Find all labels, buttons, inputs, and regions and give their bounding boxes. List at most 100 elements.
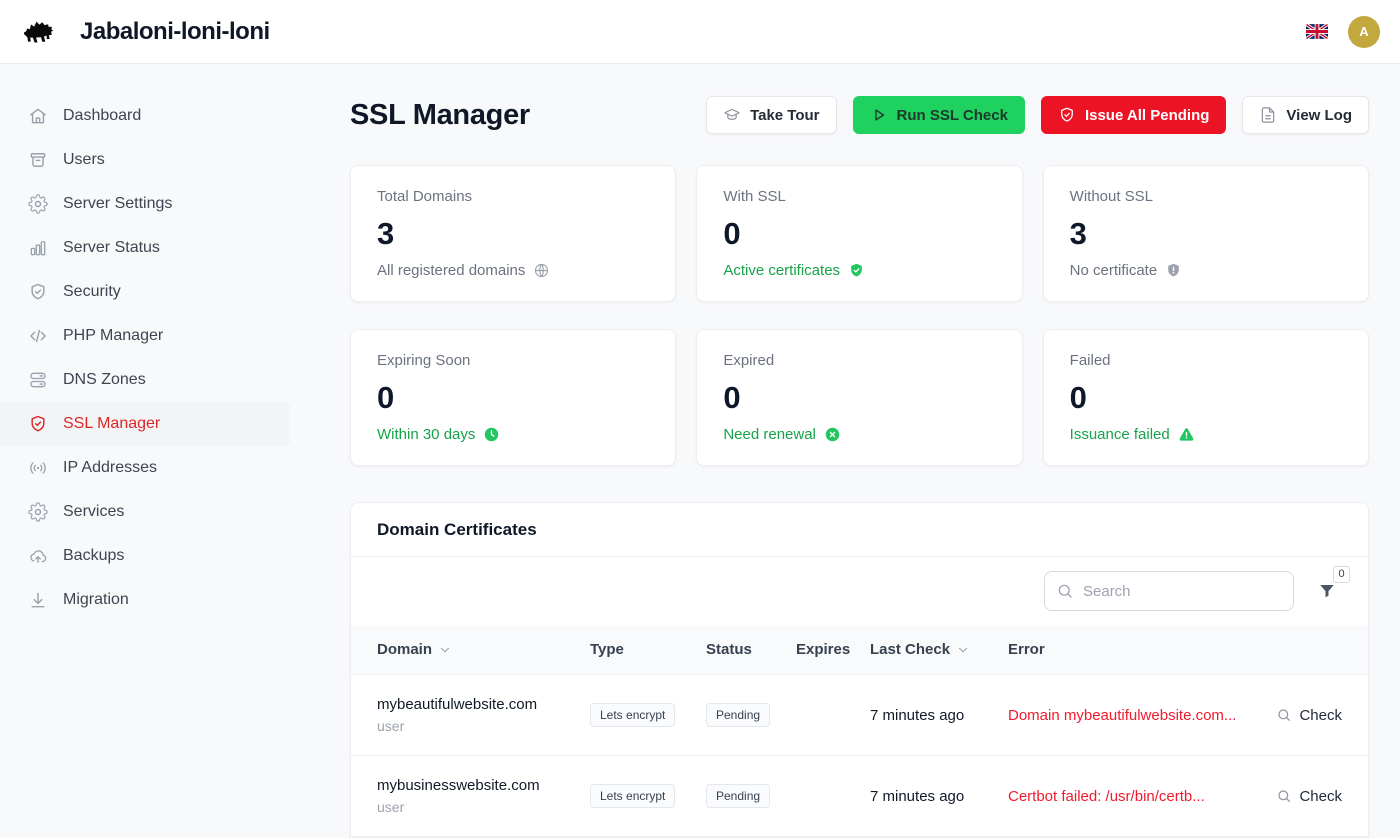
- x-circle-icon: [824, 426, 841, 443]
- check-button[interactable]: Check: [1276, 788, 1342, 805]
- sidebar: Dashboard Users Server Settings Server S…: [0, 64, 305, 800]
- stat-subtitle: Need renewal: [723, 426, 816, 443]
- sidebar-item-php-manager[interactable]: PHP Manager: [0, 314, 290, 358]
- column-header-status: Status: [706, 641, 796, 658]
- sidebar-item-label: Server Settings: [63, 195, 172, 213]
- globe-icon: [533, 262, 550, 279]
- stat-label: Total Domains: [377, 188, 649, 205]
- stat-label: Without SSL: [1070, 188, 1342, 205]
- broadcast-icon: [28, 458, 48, 478]
- domain-name: mybeautifulwebsite.com: [377, 696, 590, 713]
- topbar: Jabaloni-loni-loni A: [0, 0, 1400, 64]
- check-label: Check: [1299, 788, 1342, 805]
- search-icon: [1056, 582, 1074, 600]
- avatar[interactable]: A: [1348, 16, 1380, 48]
- stat-subtitle: Within 30 days: [377, 426, 475, 443]
- home-icon: [28, 106, 48, 126]
- warning-triangle-icon: [1178, 426, 1195, 443]
- take-tour-button[interactable]: Take Tour: [706, 96, 836, 134]
- file-text-icon: [1259, 106, 1277, 124]
- sidebar-item-label: DNS Zones: [63, 371, 146, 389]
- shield-check-icon: [1058, 106, 1076, 124]
- table-row[interactable]: mybusinesswebsite.com user Lets encrypt …: [351, 756, 1368, 837]
- table-row[interactable]: mybeautifulwebsite.com user Lets encrypt…: [351, 675, 1368, 756]
- sidebar-item-server-status[interactable]: Server Status: [0, 226, 290, 270]
- download-icon: [28, 590, 48, 610]
- language-flag-uk[interactable]: [1306, 24, 1328, 39]
- shield-alert-icon: [1165, 262, 1182, 279]
- button-label: View Log: [1286, 107, 1352, 124]
- sidebar-item-users[interactable]: Users: [0, 138, 290, 182]
- last-check-cell: 7 minutes ago: [870, 707, 1008, 724]
- gear-icon: [28, 502, 48, 522]
- stat-value: 0: [723, 218, 995, 249]
- run-ssl-check-button[interactable]: Run SSL Check: [853, 96, 1025, 134]
- domain-user: user: [377, 718, 590, 734]
- error-cell: Certbot failed: /usr/bin/certb...: [1008, 788, 1252, 805]
- view-log-button[interactable]: View Log: [1242, 96, 1369, 134]
- sidebar-item-dashboard[interactable]: Dashboard: [0, 94, 290, 138]
- stat-value: 0: [377, 382, 649, 413]
- app-title: Jabaloni-loni-loni: [80, 18, 270, 46]
- sidebar-item-label: Migration: [63, 591, 129, 609]
- search-box: [1044, 571, 1294, 611]
- table-header: Domain Type Status Expires Last Check Er…: [351, 625, 1368, 675]
- play-icon: [870, 106, 888, 124]
- column-header-error: Error: [1008, 641, 1252, 658]
- sidebar-item-migration[interactable]: Migration: [0, 578, 290, 622]
- panel-title: Domain Certificates: [351, 503, 1368, 557]
- sidebar-item-ssl-manager[interactable]: SSL Manager: [0, 402, 290, 446]
- sidebar-item-ip-addresses[interactable]: IP Addresses: [0, 446, 290, 490]
- filter-button[interactable]: 0: [1316, 578, 1338, 605]
- column-header-type: Type: [590, 641, 706, 658]
- shield-check-icon: [28, 282, 48, 302]
- sidebar-item-label: PHP Manager: [63, 327, 163, 345]
- stat-label: With SSL: [723, 188, 995, 205]
- stat-label: Expiring Soon: [377, 352, 649, 369]
- search-icon: [1276, 788, 1292, 804]
- server-icon: [28, 370, 48, 390]
- status-badge: Pending: [706, 703, 770, 727]
- domain-certificates-panel: Domain Certificates 0 Domain Type Status: [350, 502, 1369, 838]
- sidebar-item-label: Backups: [63, 547, 124, 565]
- filter-count-badge: 0: [1333, 566, 1350, 583]
- sidebar-item-label: Security: [63, 283, 121, 301]
- stat-subtitle: All registered domains: [377, 262, 525, 279]
- search-icon: [1276, 707, 1292, 723]
- sidebar-item-dns-zones[interactable]: DNS Zones: [0, 358, 290, 402]
- column-header-last-check[interactable]: Last Check: [870, 641, 1008, 658]
- stat-card-expiring-soon: Expiring Soon 0 Within 30 days: [350, 329, 676, 466]
- stat-card-expired: Expired 0 Need renewal: [696, 329, 1022, 466]
- stat-card-with-ssl: With SSL 0 Active certificates: [696, 165, 1022, 302]
- stat-value: 3: [1070, 218, 1342, 249]
- stat-label: Failed: [1070, 352, 1342, 369]
- cloud-upload-icon: [28, 546, 48, 566]
- shield-check-icon: [848, 262, 865, 279]
- chevron-down-icon: [438, 643, 452, 657]
- error-cell: Domain mybeautifulwebsite.com...: [1008, 707, 1252, 724]
- sidebar-item-backups[interactable]: Backups: [0, 534, 290, 578]
- column-header-domain[interactable]: Domain: [377, 641, 590, 658]
- issue-all-pending-button[interactable]: Issue All Pending: [1041, 96, 1226, 134]
- sidebar-item-security[interactable]: Security: [0, 270, 290, 314]
- stat-card-total-domains: Total Domains 3 All registered domains: [350, 165, 676, 302]
- sidebar-item-server-settings[interactable]: Server Settings: [0, 182, 290, 226]
- domain-cell: mybusinesswebsite.com user: [377, 777, 590, 815]
- sidebar-item-label: Server Status: [63, 239, 160, 257]
- check-button[interactable]: Check: [1276, 707, 1342, 724]
- button-label: Issue All Pending: [1085, 107, 1209, 124]
- button-label: Run SSL Check: [897, 107, 1008, 124]
- status-badge: Pending: [706, 784, 770, 808]
- stat-card-failed: Failed 0 Issuance failed: [1043, 329, 1369, 466]
- type-badge: Lets encrypt: [590, 784, 675, 808]
- sidebar-item-label: Users: [63, 151, 105, 169]
- sidebar-item-services[interactable]: Services: [0, 490, 290, 534]
- column-header-expires: Expires: [796, 641, 870, 658]
- sidebar-item-label: IP Addresses: [63, 459, 157, 477]
- last-check-cell: 7 minutes ago: [870, 788, 1008, 805]
- domain-cell: mybeautifulwebsite.com user: [377, 696, 590, 734]
- button-label: Take Tour: [750, 107, 819, 124]
- chevron-down-icon: [956, 643, 970, 657]
- shield-check-icon: [28, 414, 48, 434]
- search-input[interactable]: [1044, 571, 1294, 611]
